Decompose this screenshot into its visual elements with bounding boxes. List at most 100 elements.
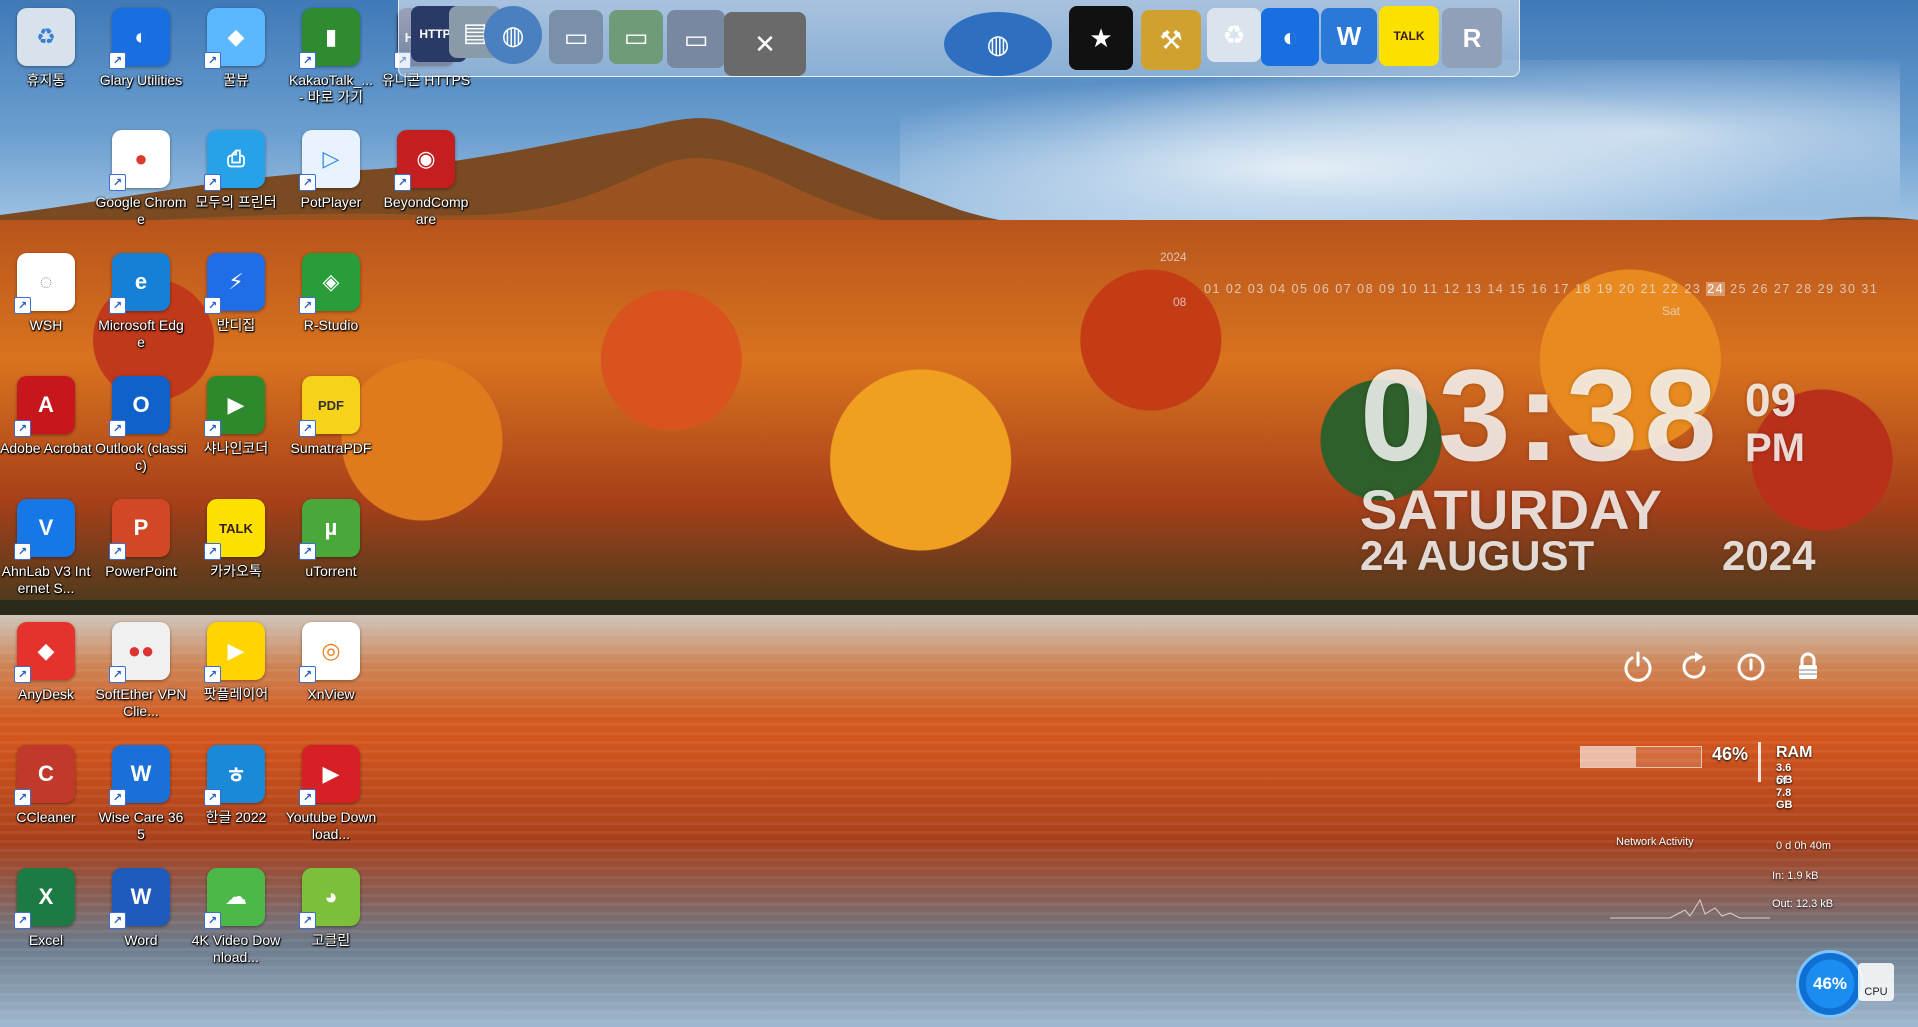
dock-tools-hammer-icon[interactable]: ⚒	[1141, 10, 1201, 70]
desktop-icon-word[interactable]: W ↗ Word	[95, 868, 187, 949]
desktop-icon-반디집[interactable]: ⚡ ↗ 반디집	[190, 253, 282, 334]
shortcut-arrow-icon: ↗	[299, 543, 316, 560]
dock-folder-green-icon[interactable]: ▭	[609, 10, 663, 64]
desktop-icon-4k-video-download[interactable]: ☁ ↗ 4K Video Download...	[190, 868, 282, 966]
desktop-icon-label: Glary Utilities	[99, 72, 183, 88]
desktop-icon-powerpoint[interactable]: P ↗ PowerPoint	[95, 499, 187, 580]
calendar-today-weekday: Sat	[1662, 304, 1681, 318]
desktop-icon-google-chrome[interactable]: ● ↗ Google Chrome	[95, 130, 187, 228]
desktop-icon-label: WSH	[29, 317, 63, 333]
desktop-icon-youtube-download[interactable]: ▶ ↗ Youtube Download...	[285, 745, 377, 843]
shortcut-arrow-icon: ↗	[109, 789, 126, 806]
모두의-프린터-icon: ⎙ ↗	[204, 130, 265, 191]
desktop-icon-softether-vpn-clie[interactable]: ●● ↗ SoftEther VPN Clie...	[95, 622, 187, 720]
desktop-icon-ahnlab-v3-internet-s[interactable]: V ↗ AhnLab V3 Internet S...	[0, 499, 92, 597]
dock-glary-utilities-icon[interactable]: ◐	[1261, 8, 1319, 66]
desktop-icon-sumatrapdf[interactable]: PDF ↗ SumatraPDF	[285, 376, 377, 457]
shortcut-arrow-icon: ↗	[14, 420, 31, 437]
wise-care-365-icon: W ↗	[109, 745, 170, 806]
dock-network-globe-icon[interactable]: ◍	[484, 6, 542, 64]
desktop-icon-label: 4K Video Download...	[191, 932, 281, 965]
desktop-icon-excel[interactable]: X ↗ Excel	[0, 868, 92, 949]
dock-tshirt-icon[interactable]: ★	[1069, 6, 1133, 70]
dock-internet-globe-icon[interactable]: ◍	[944, 12, 1052, 76]
glary-utilities-icon: ◐ ↗	[109, 8, 170, 69]
network-graph	[1610, 898, 1770, 919]
shortcut-arrow-icon: ↗	[299, 297, 316, 314]
lock-icon[interactable]	[1791, 650, 1825, 684]
shortcut-arrow-icon: ↗	[14, 666, 31, 683]
desktop-icon-glary-utilities[interactable]: ◐ ↗ Glary Utilities	[95, 8, 187, 89]
desktop-icon-label: Word	[124, 932, 158, 948]
potplayer-icon: ▷ ↗	[299, 130, 360, 191]
shortcut-arrow-icon: ↗	[204, 912, 221, 929]
shortcut-arrow-icon: ↗	[204, 789, 221, 806]
desktop-icon-label: Wise Care 365	[98, 809, 184, 842]
desktop-icon-anydesk[interactable]: ◆ ↗ AnyDesk	[0, 622, 92, 703]
network-in: In: 1.9 kB	[1772, 870, 1819, 882]
desktop-icon-label: CCleaner	[16, 809, 76, 825]
desktop-icon-한글-2022[interactable]: ㅎ ↗ 한글 2022	[190, 745, 282, 826]
desktop-icon-label: Excel	[28, 932, 64, 948]
desktop-icon-r-studio[interactable]: ◈ ↗ R-Studio	[285, 253, 377, 334]
dock-system-tools-icon[interactable]: ✕	[724, 12, 806, 76]
calendar-days: 01 02 03 04 05 06 07 08 09 10 11 12 13 1…	[1204, 282, 1878, 296]
desktop-icon-utorrent[interactable]: µ ↗ uTorrent	[285, 499, 377, 580]
샤나인코더-icon: ▶ ↗	[204, 376, 265, 437]
dock-wise-care-icon[interactable]: W	[1321, 8, 1377, 64]
dock-recycle-bin-icon[interactable]: ♻	[1207, 8, 1261, 62]
shortcut-arrow-icon: ↗	[109, 420, 126, 437]
dock-r-studio-icon[interactable]: R	[1442, 8, 1502, 68]
desktop-icon-label: Adobe Acrobat	[0, 440, 92, 456]
desktop-icon-모두의-프린터[interactable]: ⎙ ↗ 모두의 프린터	[190, 130, 282, 211]
desktop-icon-꿀뷰[interactable]: ◆ ↗ 꿀뷰	[190, 8, 282, 89]
desktop-icon-고클린[interactable]: ◕ ↗ 고클린	[285, 868, 377, 949]
shortcut-arrow-icon: ↗	[299, 174, 316, 191]
desktop-icon-label: 한글 2022	[205, 809, 267, 825]
calendar-today: 24	[1706, 282, 1726, 296]
desktop-icon-label: 꿀뷰	[223, 72, 249, 88]
desktop-icon-label: SoftEther VPN Clie...	[95, 686, 187, 719]
utorrent-icon: µ ↗	[299, 499, 360, 560]
desktop-icon-label: XnView	[307, 686, 355, 702]
shortcut-arrow-icon: ↗	[299, 912, 316, 929]
shortcut-arrow-icon: ↗	[299, 52, 316, 69]
microsoft-edge-icon: e ↗	[109, 253, 170, 314]
desktop-icon-샤나인코더[interactable]: ▶ ↗ 샤나인코더	[190, 376, 282, 457]
desktop-icon-label: 고클린	[311, 932, 351, 948]
calendar-days-before: 01 02 03 04 05 06 07 08 09 10 11 12 13 1…	[1204, 282, 1702, 296]
팟플레이어-icon: ▶ ↗	[204, 622, 265, 683]
desktop-icon-휴지통[interactable]: ♻ 휴지통	[0, 8, 92, 89]
dock-folder-pictures-icon[interactable]: ▭	[667, 10, 725, 68]
desktop-icon-ccleaner[interactable]: C ↗ CCleaner	[0, 745, 92, 826]
desktop-icon-label: 반디집	[216, 317, 256, 333]
shortcut-arrow-icon: ↗	[109, 666, 126, 683]
4k-video-download-icon: ☁ ↗	[204, 868, 265, 929]
desktop-icon-wise-care-365[interactable]: W ↗ Wise Care 365	[95, 745, 187, 843]
softether-vpn-clie-icon: ●● ↗	[109, 622, 170, 683]
power-icon[interactable]	[1621, 650, 1655, 684]
ahnlab-v3-internet-s-icon: V ↗	[14, 499, 75, 560]
desktop-icon-adobe-acrobat[interactable]: A ↗ Adobe Acrobat	[0, 376, 92, 457]
desktop-icon-label: BeyondCompare	[383, 194, 469, 227]
network-title: Network Activity	[1616, 836, 1694, 848]
desktop-icon-카카오톡[interactable]: TALK ↗ 카카오톡	[190, 499, 282, 580]
desktop-icon-kakaotalk-바로-가기[interactable]: ▮ ↗ KakaoTalk_... - 바로 가기	[285, 8, 377, 106]
shortcut-arrow-icon: ↗	[109, 52, 126, 69]
desktop-icon-potplayer[interactable]: ▷ ↗ PotPlayer	[285, 130, 377, 211]
network-out: Out: 12.3 kB	[1772, 898, 1834, 910]
desktop-icon-xnview[interactable]: ◎ ↗ XnView	[285, 622, 377, 703]
desktop-icon-microsoft-edge[interactable]: e ↗ Microsoft Edge	[95, 253, 187, 351]
desktop-icon-outlook-classic[interactable]: O ↗ Outlook (classic)	[95, 376, 187, 474]
dock-folder-icon[interactable]: ▭	[549, 10, 603, 64]
desktop-icon-팟플레이어[interactable]: ▶ ↗ 팟플레이어	[190, 622, 282, 703]
shortcut-arrow-icon: ↗	[14, 297, 31, 314]
ram-usage-fill	[1581, 747, 1637, 767]
ram-total: of 7.8 GB	[1776, 775, 1793, 811]
desktop-icon-beyondcompare[interactable]: ◉ ↗ BeyondCompare	[380, 130, 472, 228]
dock-kakaotalk-icon[interactable]: TALK	[1379, 6, 1439, 66]
logoff-icon[interactable]	[1734, 650, 1768, 684]
desktop-icon-wsh[interactable]: ◌ ↗ WSH	[0, 253, 92, 334]
excel-icon: X ↗	[14, 868, 75, 929]
restart-icon[interactable]	[1677, 650, 1711, 684]
